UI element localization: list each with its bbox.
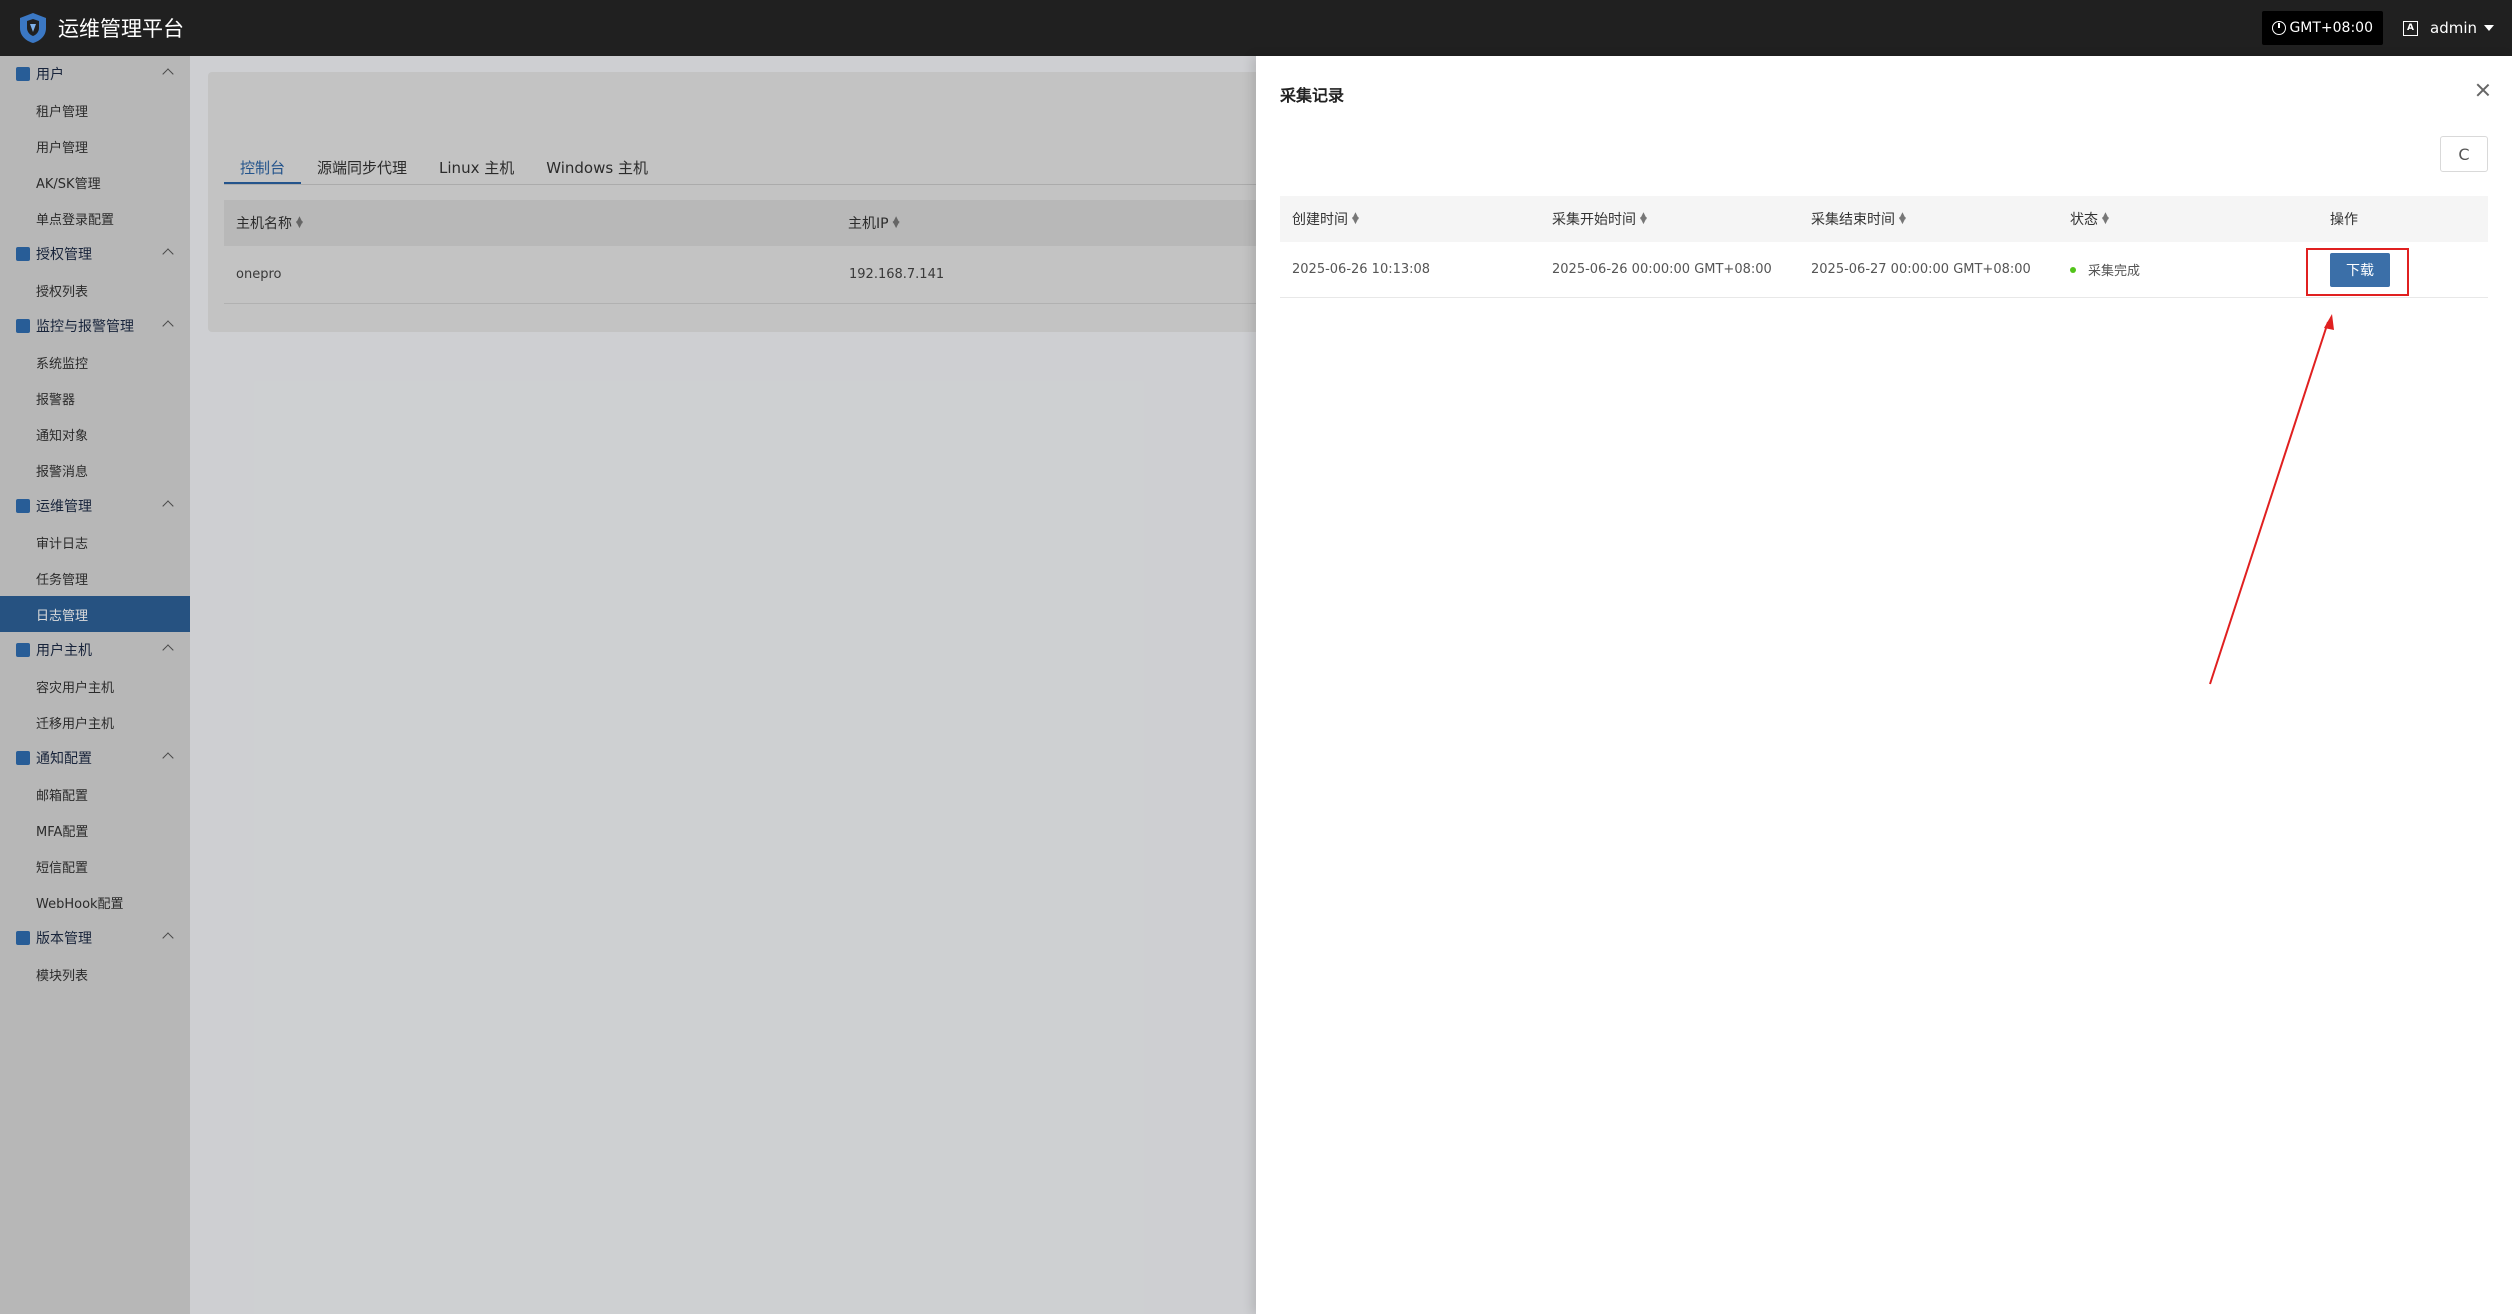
timezone-label: GMT+08:00	[2289, 20, 2373, 36]
language-icon[interactable]: A	[2403, 20, 2418, 36]
logo[interactable]: 运维管理平台	[16, 11, 184, 45]
sort-icon: ▲ ▼	[2102, 211, 2109, 226]
status-text: 采集完成	[2088, 264, 2141, 279]
record-table-header: 创建时间 ▲ ▼ 采集开始时间 ▲ ▼ 采集结束时间 ▲ ▼ 状态 ▲ ▼ 操作	[1280, 196, 2488, 242]
column-label: 采集开始时间	[1552, 212, 1636, 228]
caret-down-icon	[2484, 25, 2494, 31]
column-header-status[interactable]: 状态 ▲ ▼	[2070, 196, 2109, 242]
collection-record-drawer: 采集记录 C 创建时间 ▲ ▼ 采集开始时间 ▲ ▼ 采集结束时间 ▲ ▼ 状态 ▲ ▼ 操作 …	[1256, 56, 2512, 1314]
drawer-mask[interactable]	[0, 56, 1256, 1314]
refresh-button[interactable]: C	[2440, 136, 2488, 172]
sort-icon: ▲ ▼	[1352, 211, 1359, 226]
column-label: 状态	[2070, 212, 2098, 228]
username: admin	[2430, 19, 2477, 37]
sort-icon: ▲ ▼	[1899, 211, 1906, 226]
timezone-selector[interactable]: GMT+08:00	[2262, 11, 2383, 45]
column-header-end[interactable]: 采集结束时间 ▲ ▼	[1811, 196, 1906, 242]
column-header-action: 操作	[2330, 212, 2358, 228]
created-time-cell: 2025-06-26 10:13:08	[1292, 262, 1431, 277]
top-bar: 运维管理平台 GMT+08:00 A admin	[0, 0, 2512, 56]
column-header-start[interactable]: 采集开始时间 ▲ ▼	[1552, 196, 1647, 242]
column-label: 采集结束时间	[1811, 212, 1895, 228]
column-label: 创建时间	[1292, 212, 1348, 228]
end-time-cell: 2025-06-27 00:00:00 GMT+08:00	[1811, 262, 2031, 277]
start-time-cell: 2025-06-26 00:00:00 GMT+08:00	[1552, 262, 1772, 277]
refresh-icon: C	[2458, 144, 2470, 164]
status-dot-icon	[2070, 266, 2076, 273]
drawer-title: 采集记录	[1280, 86, 1345, 105]
status-cell: 采集完成	[2070, 242, 2140, 297]
column-header-created[interactable]: 创建时间 ▲ ▼	[1292, 196, 1359, 242]
app-title: 运维管理平台	[58, 17, 184, 41]
close-icon[interactable]	[2474, 82, 2492, 100]
highlight-box	[2306, 248, 2409, 296]
sort-icon: ▲ ▼	[1640, 211, 1647, 226]
clock-icon	[2272, 21, 2287, 35]
user-menu[interactable]: admin	[2430, 19, 2494, 37]
shield-logo-icon	[20, 13, 46, 43]
